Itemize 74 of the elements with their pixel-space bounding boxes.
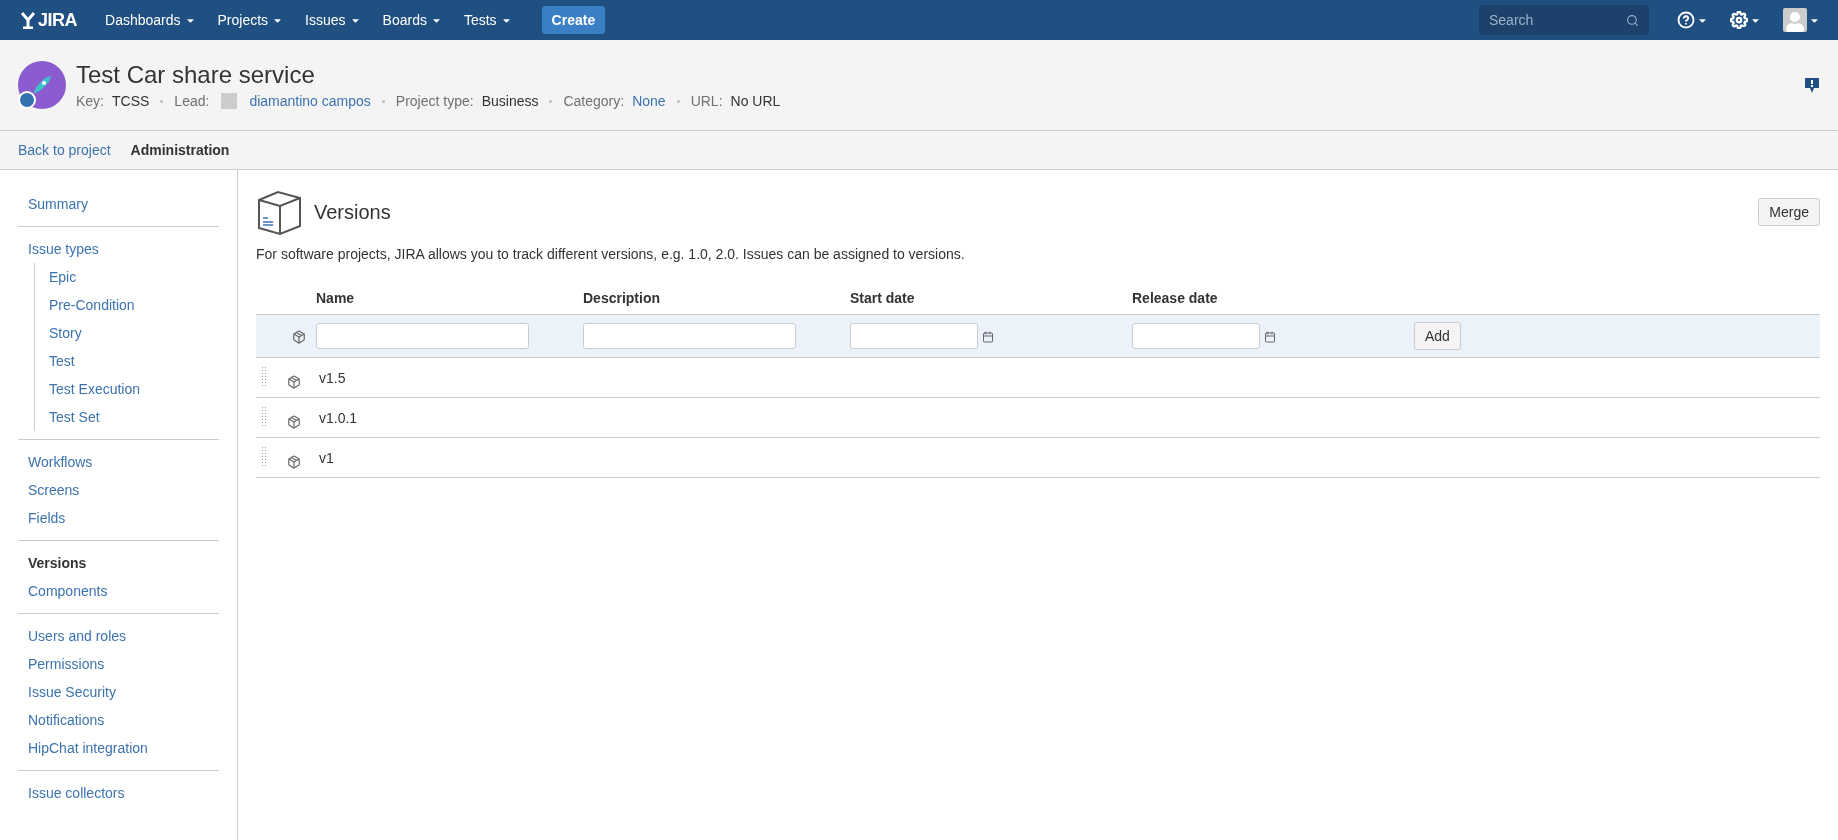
merge-button[interactable]: Merge bbox=[1758, 198, 1820, 226]
logo-icon bbox=[20, 11, 36, 29]
package-icon bbox=[292, 330, 306, 345]
sidebar-item[interactable]: Workflows bbox=[18, 448, 219, 476]
nav-menu[interactable]: Boards bbox=[374, 4, 450, 36]
feedback-icon[interactable] bbox=[1804, 76, 1820, 94]
tab[interactable]: Administration bbox=[130, 142, 230, 158]
sidebar-item[interactable]: Components bbox=[18, 577, 219, 605]
sidebar-item[interactable]: Versions bbox=[18, 549, 219, 577]
box-icon bbox=[256, 188, 304, 236]
sidebar-item[interactable]: Test Execution bbox=[35, 375, 219, 403]
sidebar-item[interactable]: Issue collectors bbox=[18, 779, 219, 807]
page-title: Versions bbox=[314, 200, 391, 224]
add-button[interactable]: Add bbox=[1414, 322, 1461, 350]
sidebar-item[interactable]: Screens bbox=[18, 476, 219, 504]
meta-label: URL: bbox=[690, 93, 723, 109]
version-name: v1.0.1 bbox=[318, 409, 358, 426]
nav-menu[interactable]: Tests bbox=[455, 4, 520, 36]
calendar-icon[interactable] bbox=[981, 330, 994, 343]
sidebar-item[interactable]: Summary bbox=[18, 190, 219, 218]
nav-menu[interactable]: Projects bbox=[209, 4, 292, 36]
package-icon bbox=[287, 375, 301, 390]
meta-label: Lead: bbox=[174, 93, 210, 109]
sidebar-item[interactable]: Users and roles bbox=[18, 622, 219, 650]
project-avatar bbox=[18, 61, 66, 109]
settings-icon bbox=[1730, 11, 1748, 29]
description-input[interactable] bbox=[583, 323, 796, 349]
project-title: Test Car share service bbox=[76, 61, 316, 89]
sidebar-item[interactable]: Fields bbox=[18, 504, 219, 532]
column-header: Description bbox=[578, 282, 845, 315]
meta-link[interactable]: diamantino campos bbox=[249, 93, 371, 109]
sidebar-item[interactable]: Test bbox=[35, 347, 219, 375]
search-icon bbox=[1626, 13, 1639, 27]
sidebar-item[interactable]: Permissions bbox=[18, 650, 219, 678]
settings-button[interactable] bbox=[1730, 11, 1761, 29]
sidebar-item[interactable]: Epic bbox=[35, 263, 219, 291]
meta-label: Project type: bbox=[395, 93, 474, 109]
meta-label: Key: bbox=[76, 93, 104, 109]
search-field[interactable]: Search bbox=[1479, 5, 1649, 35]
meta-link[interactable]: None bbox=[632, 93, 666, 109]
release-date-input[interactable] bbox=[1132, 323, 1260, 349]
sidebar-item[interactable]: Pre-Condition bbox=[35, 291, 219, 319]
sidebar-item[interactable]: Test Set bbox=[35, 403, 219, 431]
tab[interactable]: Back to project bbox=[18, 142, 111, 158]
start-date-input[interactable] bbox=[850, 323, 978, 349]
sidebar-item[interactable]: HipChat integration bbox=[18, 734, 219, 762]
name-input[interactable] bbox=[316, 323, 529, 349]
meta-label: Category: bbox=[563, 93, 625, 109]
package-icon bbox=[287, 415, 301, 430]
sidebar-item[interactable]: Issue types bbox=[18, 235, 219, 263]
description-text: For software projects, JIRA allows you to track different versions, e.g. 1.0, 2.0. Issues can be assigned to versions. bbox=[256, 246, 966, 262]
user-avatar bbox=[221, 93, 238, 109]
logo-text: JIRA bbox=[38, 9, 77, 31]
version-name: v1 bbox=[318, 449, 334, 466]
meta-value: No URL bbox=[730, 93, 781, 109]
meta-value: Business bbox=[481, 93, 539, 109]
user-menu-button[interactable] bbox=[1783, 8, 1820, 32]
calendar-icon[interactable] bbox=[1263, 330, 1276, 343]
column-header: Release date bbox=[1127, 282, 1409, 315]
sidebar-item[interactable]: Issue Security bbox=[18, 678, 219, 706]
column-header: Start date bbox=[845, 282, 1127, 315]
nav-menu[interactable]: Issues bbox=[297, 4, 369, 36]
logo[interactable]: JIRA bbox=[20, 9, 77, 31]
meta-value: TCSS bbox=[112, 93, 150, 109]
help-button[interactable] bbox=[1677, 11, 1708, 29]
version-name: v1.5 bbox=[318, 369, 346, 386]
package-icon bbox=[287, 455, 301, 470]
create-button[interactable]: Create bbox=[541, 6, 606, 34]
nav-menu[interactable]: Dashboards bbox=[97, 4, 204, 36]
user-avatar bbox=[1783, 8, 1807, 32]
column-header: Name bbox=[311, 282, 578, 315]
help-icon bbox=[1677, 11, 1695, 29]
sidebar-item[interactable]: Story bbox=[35, 319, 219, 347]
sidebar-item[interactable]: Notifications bbox=[18, 706, 219, 734]
